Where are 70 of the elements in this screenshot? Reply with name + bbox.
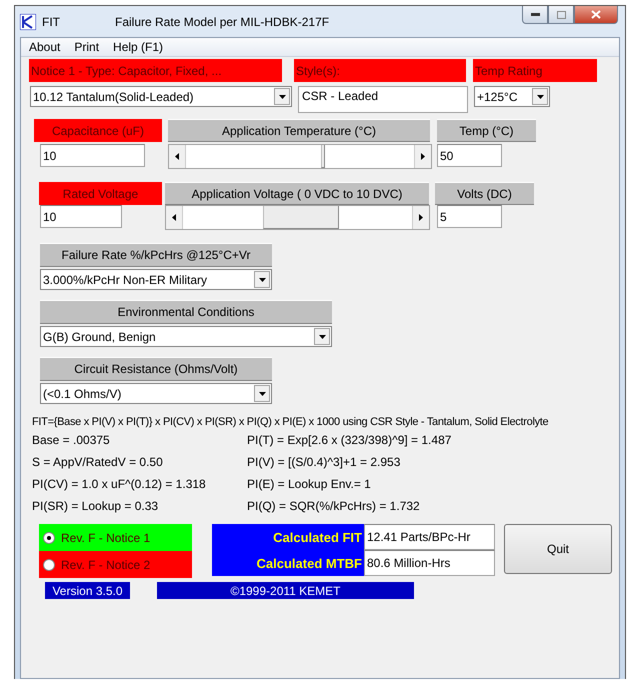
temp-field[interactable]: 50 xyxy=(437,144,502,167)
field-label: Application Voltage ( 0 VDC to 10 DVC) xyxy=(165,182,429,205)
field-label: Circuit Resistance (Ohms/Volt) xyxy=(40,357,272,381)
minimize-button[interactable] xyxy=(522,6,548,24)
revision-radio[interactable]: Rev. F - Notice 2 xyxy=(39,551,192,578)
dropdown-field[interactable]: 10.12 Tantalum(Solid-Leaded) xyxy=(30,86,292,107)
result-field[interactable]: 80.6 Million-Hrs xyxy=(364,550,495,576)
field-label: Temp (°C) xyxy=(437,119,536,142)
revision-radio[interactable]: Rev. F - Notice 1 xyxy=(39,524,192,551)
caret-icon xyxy=(318,334,326,338)
dropdown-button[interactable] xyxy=(532,88,548,105)
right-arrow-icon[interactable] xyxy=(419,214,423,221)
field-label: Application Temperature (°C) xyxy=(168,119,430,142)
quit-button[interactable]: Quit xyxy=(504,524,612,574)
factor-text: PI(E) = Lookup Env.= 1 xyxy=(247,477,372,491)
close-icon xyxy=(591,10,601,19)
scroll-thumb[interactable] xyxy=(321,145,325,168)
close-button[interactable] xyxy=(574,6,618,24)
capacitance-field[interactable]: 10 xyxy=(40,144,145,167)
field-label: Volts (DC) xyxy=(435,182,534,205)
menu-item[interactable]: Print xyxy=(74,40,100,54)
field-label: Environmental Conditions xyxy=(40,300,332,324)
dropdown-field[interactable]: +125°C xyxy=(474,86,550,107)
caret-icon xyxy=(536,94,544,98)
factor-text: S = AppV/RatedV = 0.50 xyxy=(32,455,164,469)
result-label: Calculated MTBF xyxy=(256,556,362,570)
minimize-icon xyxy=(530,13,540,16)
maximize-icon xyxy=(556,10,566,18)
left-arrow-icon[interactable] xyxy=(175,153,179,160)
field-label: Rated Voltage xyxy=(39,182,162,205)
result-field[interactable]: 12.41 Parts/BPc-Hr xyxy=(364,524,495,550)
dropdown-button[interactable] xyxy=(254,385,270,402)
app-logo-icon xyxy=(20,14,36,30)
field-label: Style(s): xyxy=(294,59,466,82)
style-field[interactable]: CSR - Leaded xyxy=(298,86,468,113)
version-text: Version 3.5.0 xyxy=(45,582,130,599)
factor-text: PI(CV) = 1.0 x uF^(0.12) = 1.318 xyxy=(32,477,207,491)
field-label: Failure Rate %/kPcHrs @125°C+Vr xyxy=(40,243,272,267)
caret-icon xyxy=(278,94,286,98)
rated-voltage-field[interactable]: 10 xyxy=(40,205,122,228)
field-label: Capacitance (uF) xyxy=(34,119,162,142)
left-arrow-icon[interactable] xyxy=(172,214,176,221)
volts-field[interactable]: 5 xyxy=(437,205,502,228)
formula-text: FIT={Base x PI(V) x PI(T)} x PI(CV) x PI(SR) x PI(Q) x PI(E) x 1000 using CSR Style - Tantalum, Solid Electrolyte xyxy=(32,416,548,428)
dropdown-field[interactable]: G(B) Ground, Benign xyxy=(40,326,332,347)
copyright-text: ©1999-2011 KEMET xyxy=(157,582,414,599)
caret-icon xyxy=(258,392,266,396)
app-name: FIT xyxy=(42,14,60,28)
maximize-button[interactable] xyxy=(548,6,574,24)
field-label: Temp Rating xyxy=(473,59,597,82)
field-label: Notice 1 - Type: Capacitor, Fixed, ... xyxy=(29,59,282,82)
factor-text: Base = .00375 xyxy=(32,433,111,447)
factor-text: PI(SR) = Lookup = 0.33 xyxy=(32,499,160,513)
right-arrow-icon[interactable] xyxy=(421,153,425,160)
dropdown-field[interactable]: (<0.1 Ohms/V) xyxy=(40,383,272,404)
horizontal-scrollbar[interactable] xyxy=(168,144,432,169)
caret-icon xyxy=(258,278,266,282)
menu-item[interactable]: Help (F1) xyxy=(113,40,164,54)
factor-text: PI(T) = Exp[2.6 x (323/398)^9] = 1.487 xyxy=(247,433,452,447)
factor-text: PI(Q) = SQR(%/kPcHrs) = 1.732 xyxy=(247,499,421,513)
dropdown-button[interactable] xyxy=(254,271,270,288)
menu-item[interactable]: About xyxy=(29,40,60,54)
dropdown-field[interactable]: 3.000%/kPcHr Non-ER Military xyxy=(40,269,272,290)
scroll-thumb[interactable] xyxy=(263,206,339,229)
dropdown-button[interactable] xyxy=(274,88,290,105)
factor-text: PI(V) = [(S/0.4)^3]+1 = 2.953 xyxy=(247,455,402,469)
dropdown-button[interactable] xyxy=(314,328,330,345)
horizontal-scrollbar[interactable] xyxy=(165,205,430,230)
window-title: Failure Rate Model per MIL-HDBK-217F xyxy=(115,14,330,28)
result-label: Calculated FIT xyxy=(273,530,362,544)
